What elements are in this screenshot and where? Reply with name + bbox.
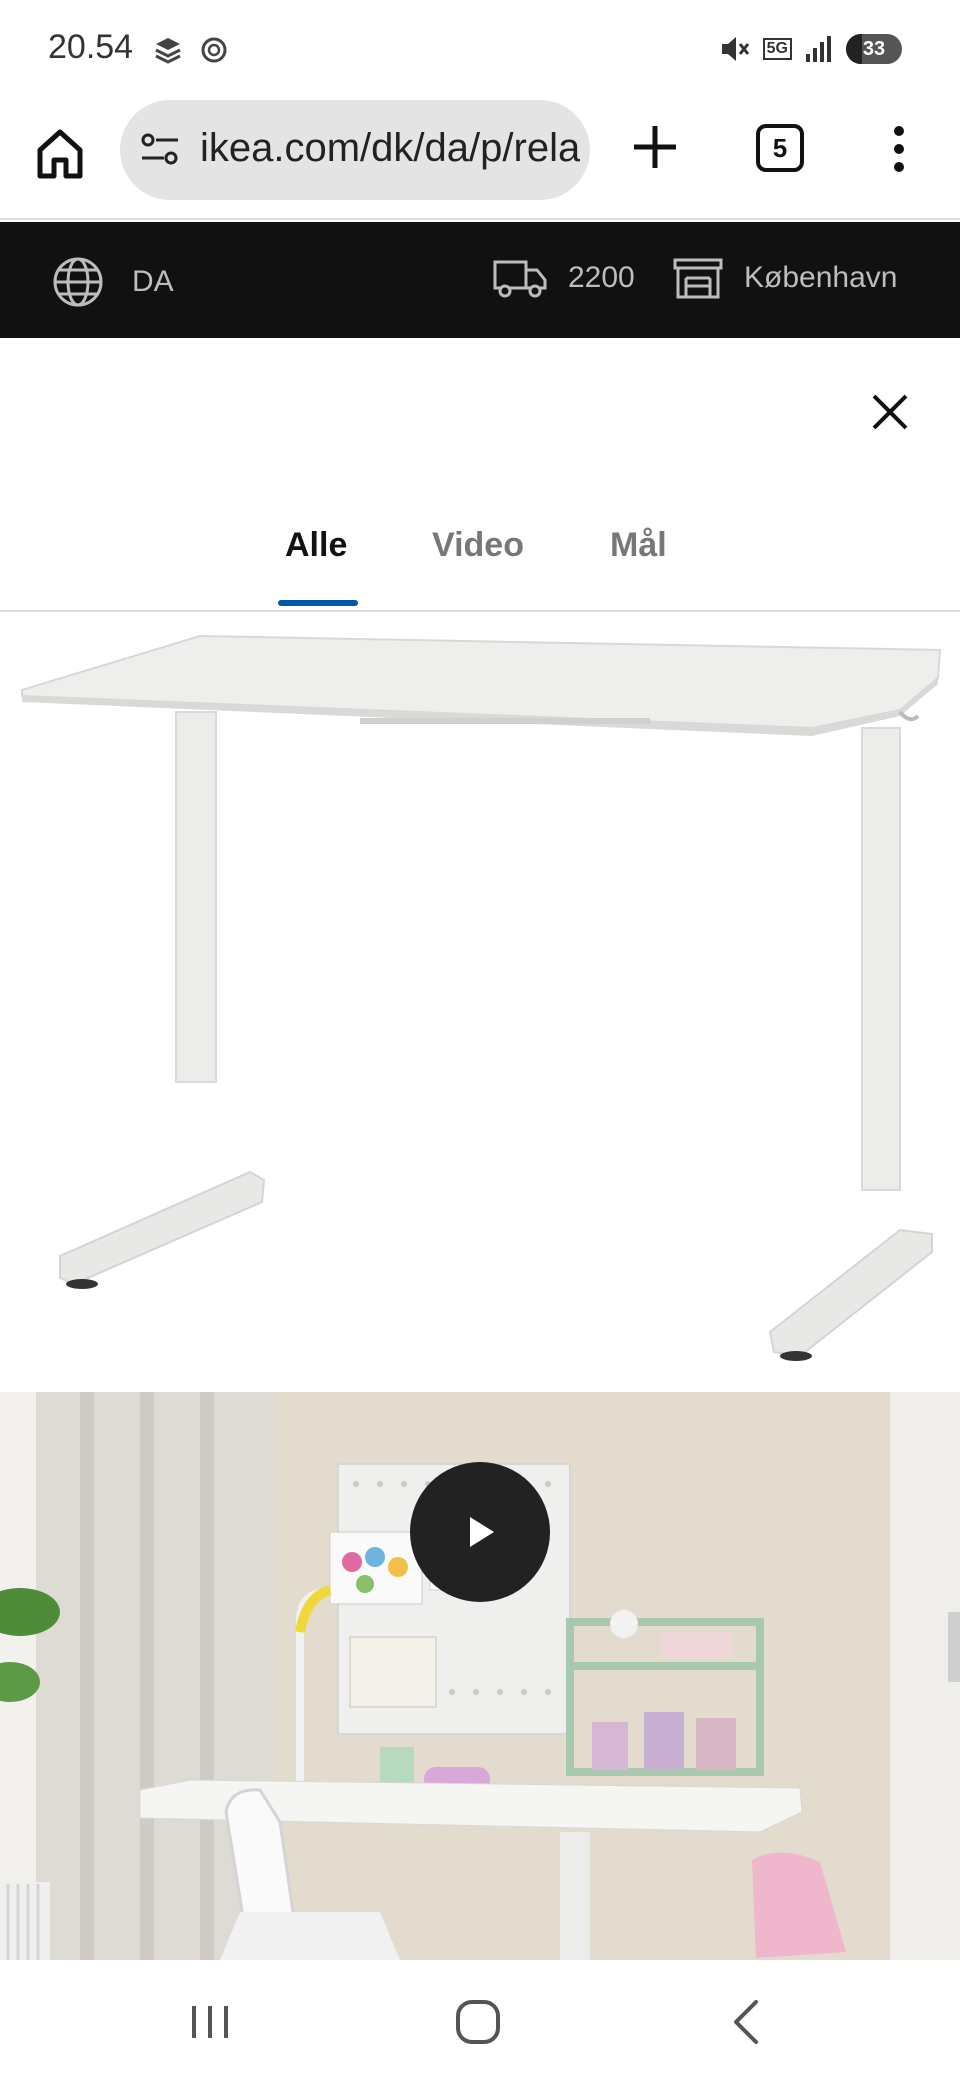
more-menu-icon[interactable]	[884, 124, 914, 174]
postal-code: 2200	[568, 261, 635, 294]
battery-level: 33	[862, 37, 886, 60]
language-label: DA	[132, 265, 174, 298]
browser-toolbar: ikea.com/dk/da/p/relatera 5	[0, 100, 960, 220]
active-tab-indicator	[278, 600, 358, 606]
status-bar: 20.54 5G 33	[0, 0, 960, 100]
globe-icon	[53, 257, 103, 307]
language-selector[interactable]: DA	[52, 256, 174, 308]
tab-maal[interactable]: Mål	[610, 526, 667, 565]
tab-switcher-button[interactable]: 5	[756, 124, 804, 172]
system-navigation-bar	[0, 1960, 960, 2080]
status-right: 5G 33	[717, 32, 902, 66]
close-icon[interactable]	[866, 388, 914, 436]
back-icon[interactable]	[718, 1992, 778, 2052]
url-text[interactable]: ikea.com/dk/da/p/relatera	[200, 126, 580, 171]
play-video-button[interactable]	[410, 1462, 550, 1602]
ikea-top-bar: DA 2200 København	[0, 222, 960, 338]
tab-alle[interactable]: Alle	[285, 526, 347, 565]
gallery-tabs: Alle Video Mål	[0, 490, 960, 612]
network-5g-icon: 5G	[762, 38, 792, 60]
media-gallery-sheet: Alle Video Mål	[0, 340, 960, 1960]
status-notification-icons	[152, 34, 230, 66]
delivery-postal-button[interactable]: 2200	[492, 256, 635, 300]
truck-icon	[493, 260, 547, 298]
url-bar[interactable]: ikea.com/dk/da/p/relatera	[120, 100, 590, 200]
store-name: København	[744, 261, 898, 294]
home-nav-icon[interactable]	[448, 1992, 508, 2052]
signal-icon	[806, 36, 831, 62]
store-icon	[673, 258, 723, 299]
product-image-desk[interactable]	[0, 612, 960, 1382]
play-icon	[470, 1517, 494, 1547]
recent-apps-icon[interactable]	[180, 1992, 240, 2052]
status-time: 20.54	[48, 28, 134, 66]
home-icon[interactable]	[36, 128, 84, 180]
battery-icon: 33	[846, 34, 902, 64]
new-tab-icon[interactable]	[630, 122, 680, 172]
openai-icon	[201, 37, 227, 63]
site-settings-icon[interactable]	[140, 132, 180, 168]
layers-icon	[155, 38, 181, 64]
tab-video[interactable]: Video	[432, 526, 524, 565]
store-selector[interactable]: København	[672, 256, 897, 300]
mute-icon	[721, 37, 749, 61]
